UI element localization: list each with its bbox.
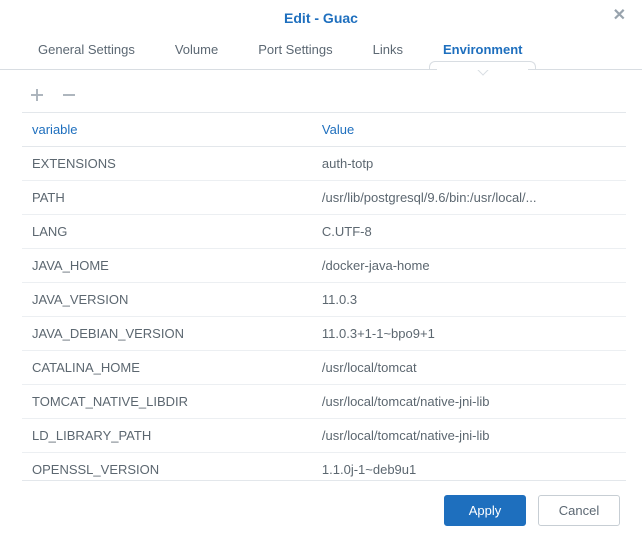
- cell-value: C.UTF-8: [312, 215, 626, 249]
- table-row[interactable]: JAVA_VERSION11.0.3: [22, 283, 626, 317]
- tab-environment[interactable]: Environment: [423, 32, 542, 69]
- tab-volume[interactable]: Volume: [155, 32, 238, 69]
- cell-variable: JAVA_DEBIAN_VERSION: [22, 317, 312, 351]
- cell-value: /docker-java-home: [312, 249, 626, 283]
- env-table-wrap: variable Value EXTENSIONSauth-totpPATH/u…: [0, 112, 642, 481]
- cell-value: auth-totp: [312, 147, 626, 181]
- dialog-title: Edit - Guac: [284, 10, 358, 26]
- edit-dialog: Edit - Guac ✕ General Settings Volume Po…: [0, 0, 642, 542]
- table-row[interactable]: EXTENSIONSauth-totp: [22, 147, 626, 181]
- cell-variable: LD_LIBRARY_PATH: [22, 419, 312, 453]
- table-row[interactable]: JAVA_DEBIAN_VERSION11.0.3+1-1~bpo9+1: [22, 317, 626, 351]
- table-row[interactable]: PATH/usr/lib/postgresql/9.6/bin:/usr/loc…: [22, 181, 626, 215]
- table-row[interactable]: LD_LIBRARY_PATH/usr/local/tomcat/native-…: [22, 419, 626, 453]
- env-table: variable Value EXTENSIONSauth-totpPATH/u…: [22, 113, 626, 481]
- tab-port-settings[interactable]: Port Settings: [238, 32, 352, 69]
- cell-value: 1.1.0j-1~deb9u1: [312, 453, 626, 482]
- table-row[interactable]: CATALINA_HOME/usr/local/tomcat: [22, 351, 626, 385]
- tab-general-settings[interactable]: General Settings: [18, 32, 155, 69]
- col-header-value[interactable]: Value: [312, 113, 626, 147]
- toolbar: [0, 70, 642, 112]
- cell-variable: PATH: [22, 181, 312, 215]
- cancel-button[interactable]: Cancel: [538, 495, 620, 526]
- cell-value: /usr/local/tomcat/native-jni-lib: [312, 385, 626, 419]
- table-row[interactable]: JAVA_HOME/docker-java-home: [22, 249, 626, 283]
- cell-value: /usr/local/tomcat/native-jni-lib: [312, 419, 626, 453]
- cell-variable: JAVA_HOME: [22, 249, 312, 283]
- tab-label: Environment: [443, 42, 522, 57]
- apply-button[interactable]: Apply: [444, 495, 526, 526]
- cell-value: 11.0.3: [312, 283, 626, 317]
- col-header-variable[interactable]: variable: [22, 113, 312, 147]
- cell-value: /usr/local/tomcat: [312, 351, 626, 385]
- title-bar: Edit - Guac ✕: [0, 0, 642, 32]
- table-row[interactable]: OPENSSL_VERSION1.1.0j-1~deb9u1: [22, 453, 626, 482]
- remove-icon[interactable]: [60, 86, 78, 104]
- cell-variable: LANG: [22, 215, 312, 249]
- env-table-scroll[interactable]: variable Value EXTENSIONSauth-totpPATH/u…: [22, 112, 626, 481]
- tab-label: Volume: [175, 42, 218, 57]
- tab-bar: General Settings Volume Port Settings Li…: [0, 32, 642, 70]
- cell-value: 11.0.3+1-1~bpo9+1: [312, 317, 626, 351]
- tab-label: Port Settings: [258, 42, 332, 57]
- dialog-footer: Apply Cancel: [0, 481, 642, 542]
- tab-links[interactable]: Links: [353, 32, 423, 69]
- cell-variable: EXTENSIONS: [22, 147, 312, 181]
- close-icon[interactable]: ✕: [613, 8, 626, 24]
- tab-label: General Settings: [38, 42, 135, 57]
- table-row[interactable]: LANGC.UTF-8: [22, 215, 626, 249]
- cell-variable: JAVA_VERSION: [22, 283, 312, 317]
- table-row[interactable]: TOMCAT_NATIVE_LIBDIR/usr/local/tomcat/na…: [22, 385, 626, 419]
- cell-value: /usr/lib/postgresql/9.6/bin:/usr/local/.…: [312, 181, 626, 215]
- add-icon[interactable]: [28, 86, 46, 104]
- tab-label: Links: [373, 42, 403, 57]
- cell-variable: TOMCAT_NATIVE_LIBDIR: [22, 385, 312, 419]
- cell-variable: OPENSSL_VERSION: [22, 453, 312, 482]
- cell-variable: CATALINA_HOME: [22, 351, 312, 385]
